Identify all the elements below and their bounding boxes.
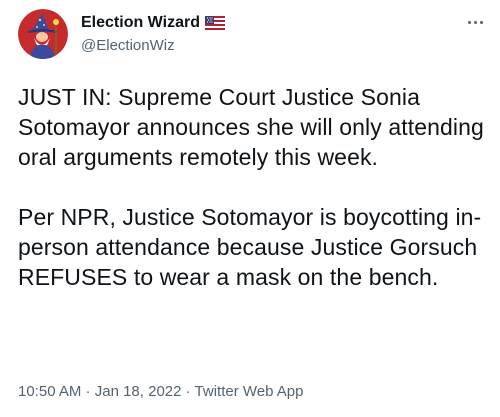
us-flag-icon (204, 16, 225, 30)
user-handle[interactable]: @ElectionWiz (81, 37, 175, 54)
display-name[interactable]: Election Wizard (81, 14, 200, 32)
more-dots-icon (473, 20, 477, 24)
more-dots-icon (479, 20, 483, 24)
meta-separator: · (81, 383, 95, 400)
tweet-source[interactable]: Twitter Web App (195, 383, 304, 400)
more-options-button[interactable] (462, 12, 488, 32)
tweet-date[interactable]: Jan 18, 2022 (95, 383, 182, 400)
avatar[interactable] (18, 9, 68, 59)
tweet-meta: 10:50 AM · Jan 18, 2022 · Twitter Web Ap… (18, 383, 304, 400)
tweet-card: Election Wizard @ElectionWiz JUST IN: Su… (0, 0, 500, 417)
more-dots-icon (467, 20, 471, 24)
wizard-avatar-icon (18, 9, 68, 59)
tweet-time[interactable]: 10:50 AM (18, 383, 81, 400)
tweet-paragraph-1: JUST IN: Supreme Court Justice Sonia Sot… (18, 84, 491, 170)
tweet-text: JUST IN: Supreme Court Justice Sonia Sot… (18, 82, 488, 292)
name-row: Election Wizard (81, 14, 225, 32)
meta-separator: · (181, 383, 195, 400)
tweet-paragraph-2: Per NPR, Justice Sotomayor is boycotting… (18, 204, 484, 290)
